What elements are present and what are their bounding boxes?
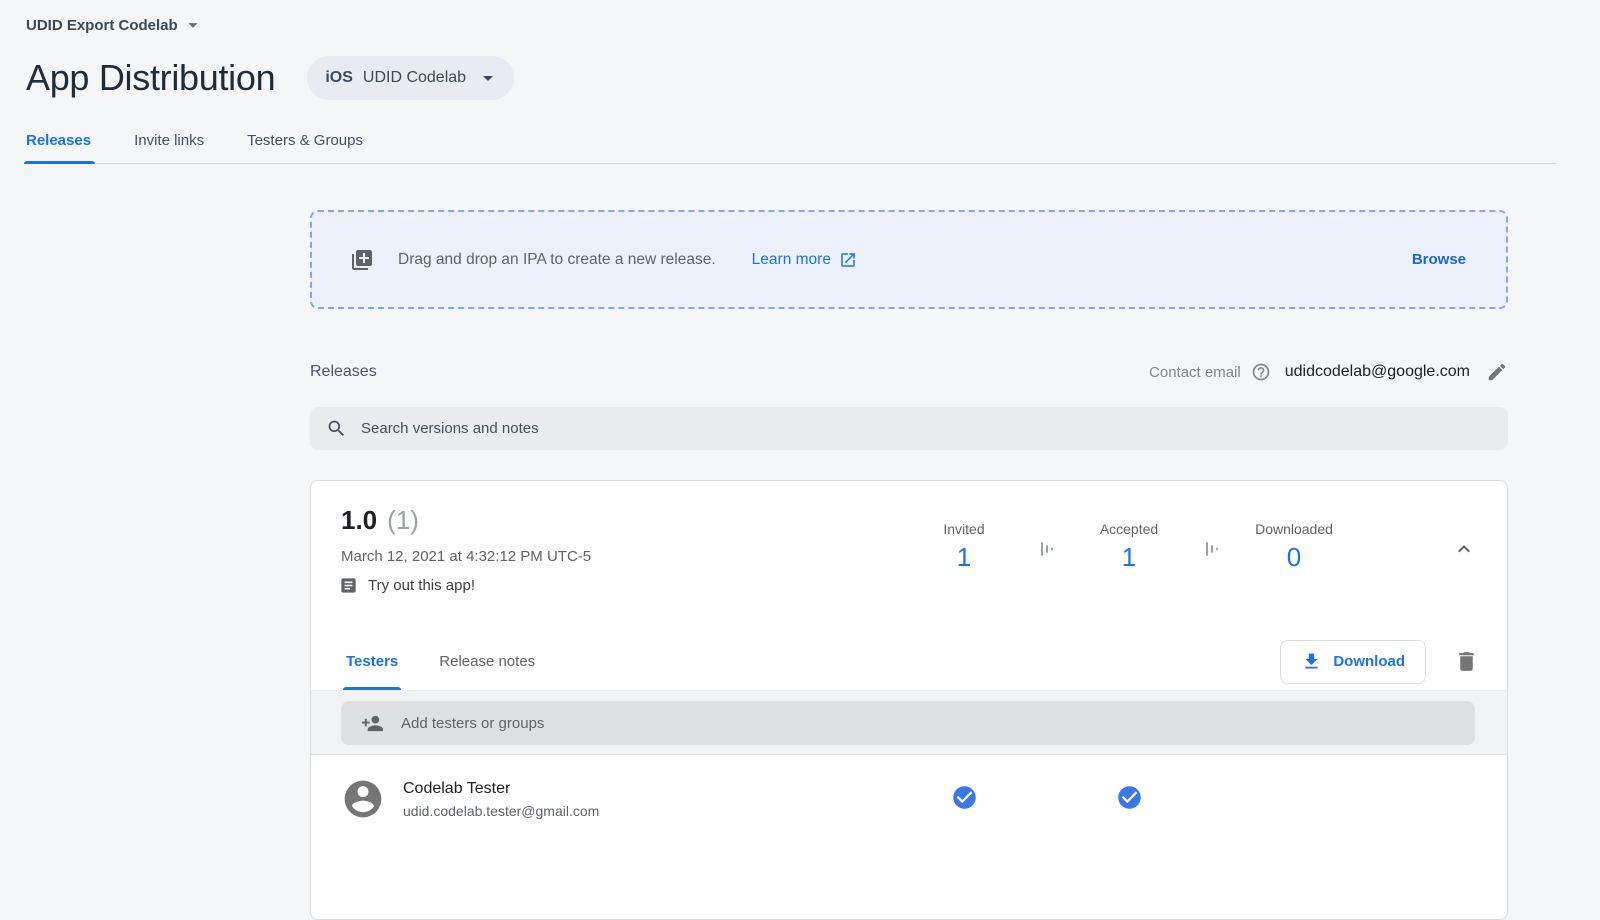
dropzone-message: Drag and drop an IPA to create a new rel… (398, 251, 716, 269)
contact-email-label: Contact email (1149, 364, 1241, 381)
stat-accepted: Accepted 1 (1069, 521, 1189, 573)
stat-downloaded: Downloaded 0 (1234, 521, 1354, 573)
contact-email-value: udidcodelab@google.com (1285, 363, 1470, 381)
download-icon (1301, 651, 1322, 672)
tester-name: Codelab Tester (403, 780, 599, 798)
pencil-icon (1486, 361, 1508, 383)
stat-accepted-value: 1 (1069, 542, 1189, 573)
notes-icon (339, 576, 358, 595)
chevron-up-icon (1452, 537, 1476, 561)
project-selector[interactable]: UDID Export Codelab (26, 14, 204, 36)
release-toolbar: Testers Release notes Download (311, 633, 1507, 691)
add-testers-section (311, 691, 1507, 755)
browse-button[interactable]: Browse (1412, 251, 1466, 268)
project-name: UDID Export Codelab (26, 17, 178, 34)
tab-invite-links[interactable]: Invite links (134, 124, 204, 163)
stat-downloaded-value: 0 (1234, 542, 1354, 573)
main-tab-bar: Releases Invite links Testers & Groups (24, 124, 1556, 164)
stat-invited: Invited 1 (904, 521, 1024, 573)
search-bar[interactable] (310, 407, 1508, 450)
tester-email: udid.codelab.tester@gmail.com (403, 803, 599, 819)
delete-release-button[interactable] (1454, 649, 1479, 674)
stat-accepted-label: Accepted (1069, 521, 1189, 537)
add-testers-field[interactable] (341, 701, 1475, 745)
add-testers-input[interactable] (401, 715, 1455, 732)
open-in-new-icon (839, 251, 857, 269)
stat-invited-label: Invited (904, 521, 1024, 537)
app-chip-name: UDID Codelab (363, 69, 466, 87)
release-notes-preview: Try out this app! (368, 577, 475, 594)
avatar-icon (341, 777, 385, 821)
learn-more-link[interactable]: Learn more (752, 251, 857, 269)
tab-testers[interactable]: Testers (346, 633, 398, 690)
tab-testers-groups[interactable]: Testers & Groups (247, 124, 363, 163)
release-version: 1.0 (341, 505, 377, 536)
page-header: UDID Export Codelab App Distribution iOS… (0, 0, 1600, 100)
edit-contact-email-button[interactable] (1486, 361, 1508, 383)
tab-release-notes[interactable]: Release notes (439, 633, 535, 690)
trash-icon (1454, 649, 1479, 674)
collapse-release-button[interactable] (1452, 537, 1476, 561)
library-add-icon (350, 248, 374, 272)
download-button-label: Download (1333, 653, 1405, 670)
release-stats: Invited 1 Accepted 1 Downloaded 0 (904, 521, 1354, 573)
ipa-dropzone[interactable]: Drag and drop an IPA to create a new rel… (310, 210, 1508, 309)
accepted-check-icon (1116, 784, 1143, 811)
caret-down-icon (476, 66, 500, 90)
stat-separator-icon (1189, 521, 1234, 557)
search-input[interactable] (361, 420, 1492, 437)
invited-check-icon (951, 784, 978, 811)
person-add-icon (361, 712, 384, 735)
releases-section-heading: Releases (310, 363, 377, 381)
tab-releases[interactable]: Releases (26, 124, 91, 163)
page-title: App Distribution (26, 57, 275, 99)
stat-separator-icon (1024, 521, 1069, 557)
app-selector-chip[interactable]: iOS UDID Codelab (307, 56, 514, 100)
tester-row: Codelab Tester udid.codelab.tester@gmail… (311, 755, 1507, 843)
learn-more-label: Learn more (752, 251, 831, 269)
release-build-count: (1) (387, 505, 419, 536)
caret-down-icon (182, 14, 204, 36)
stat-invited-value: 1 (904, 542, 1024, 573)
search-icon (326, 418, 347, 439)
ios-platform-icon: iOS (325, 69, 353, 87)
help-icon[interactable] (1251, 362, 1271, 382)
download-button[interactable]: Download (1280, 640, 1426, 684)
stat-downloaded-label: Downloaded (1234, 521, 1354, 537)
release-card: 1.0 (1) March 12, 2021 at 4:32:12 PM UTC… (310, 480, 1508, 920)
